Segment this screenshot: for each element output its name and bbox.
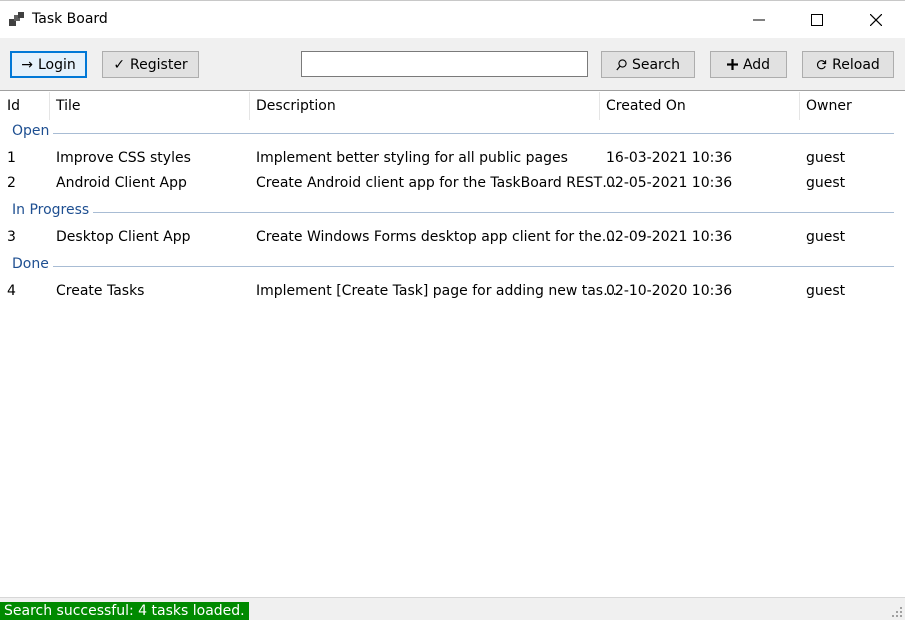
cell-description: Create Android client app for the TaskBo…	[256, 175, 617, 191]
status-message: Search successful: 4 tasks loaded.	[0, 602, 249, 620]
group-divider	[52, 133, 894, 134]
register-button[interactable]: ✓ Register	[102, 51, 199, 78]
cell-owner: guest	[806, 150, 846, 166]
reload-button[interactable]: Reload	[802, 51, 894, 78]
cell-description: Implement [Create Task] page for adding …	[256, 283, 618, 299]
group-divider	[52, 266, 894, 267]
cell-created-on: 02-10-2020 10:36	[606, 283, 733, 299]
column-divider[interactable]	[49, 92, 50, 120]
arrow-right-icon: →	[21, 56, 33, 73]
table-row[interactable]: 4 Create Tasks Implement [Create Task] p…	[0, 280, 905, 305]
cell-owner: guest	[806, 175, 846, 191]
table-row[interactable]: 1 Improve CSS styles Implement better st…	[0, 147, 905, 172]
group-header-done[interactable]: Done	[0, 256, 905, 278]
resize-grip-icon[interactable]	[892, 607, 902, 617]
search-label: Search	[631, 56, 681, 73]
search-icon	[616, 58, 627, 70]
window-title: Task Board	[32, 11, 108, 27]
cell-id: 2	[7, 175, 16, 191]
app-icon	[9, 12, 24, 26]
group-divider	[88, 212, 894, 213]
group-header-open[interactable]: Open	[0, 123, 905, 145]
table-row[interactable]: 2 Android Client App Create Android clie…	[0, 172, 905, 197]
cell-owner: guest	[806, 283, 846, 299]
toolbar: → Login ✓ Register Search Add Reload	[0, 38, 905, 91]
cell-description: Create Windows Forms desktop app client …	[256, 229, 616, 245]
group-header-in-progress[interactable]: In Progress	[0, 202, 905, 224]
cell-title: Android Client App	[56, 175, 187, 191]
task-list: Id Tile Description Created On Owner Ope…	[0, 92, 905, 597]
column-divider[interactable]	[249, 92, 250, 120]
close-icon	[870, 14, 882, 26]
register-label: Register	[130, 56, 188, 73]
table-row[interactable]: 3 Desktop Client App Create Windows Form…	[0, 226, 905, 251]
minimize-icon	[753, 19, 765, 21]
add-button[interactable]: Add	[710, 51, 787, 78]
search-input[interactable]	[301, 51, 588, 77]
column-header-title[interactable]: Tile	[56, 98, 81, 114]
cell-created-on: 16-03-2021 10:36	[606, 150, 733, 166]
title-bar: Task Board	[0, 0, 905, 38]
cell-id: 1	[7, 150, 16, 166]
column-header-description[interactable]: Description	[256, 98, 336, 114]
group-label: In Progress	[12, 202, 94, 218]
list-header: Id Tile Description Created On Owner	[0, 92, 905, 120]
cell-owner: guest	[806, 229, 846, 245]
maximize-button[interactable]	[788, 1, 846, 39]
reload-label: Reload	[832, 56, 880, 73]
search-button[interactable]: Search	[601, 51, 695, 78]
checkmark-icon: ✓	[113, 56, 126, 73]
reload-icon	[817, 60, 827, 70]
cell-id: 3	[7, 229, 16, 245]
column-header-id[interactable]: Id	[7, 98, 20, 114]
column-divider[interactable]	[599, 92, 600, 120]
cell-title: Create Tasks	[56, 283, 145, 299]
cell-created-on: 02-09-2021 10:36	[606, 229, 733, 245]
plus-icon	[726, 59, 738, 70]
column-divider[interactable]	[799, 92, 800, 120]
group-label: Open	[12, 123, 54, 139]
cell-title: Improve CSS styles	[56, 150, 191, 166]
cell-title: Desktop Client App	[56, 229, 191, 245]
cell-description: Implement better styling for all public …	[256, 150, 568, 166]
minimize-button[interactable]	[730, 1, 788, 39]
column-header-created-on[interactable]: Created On	[606, 98, 686, 114]
cell-created-on: 02-05-2021 10:36	[606, 175, 733, 191]
login-button[interactable]: → Login	[10, 51, 87, 78]
cell-id: 4	[7, 283, 16, 299]
group-label: Done	[12, 256, 53, 272]
status-bar: Search successful: 4 tasks loaded.	[0, 597, 905, 620]
login-label: Login	[37, 56, 76, 73]
column-header-owner[interactable]: Owner	[806, 98, 852, 114]
close-button[interactable]	[847, 1, 905, 39]
maximize-icon	[811, 14, 823, 26]
add-label: Add	[742, 56, 771, 73]
